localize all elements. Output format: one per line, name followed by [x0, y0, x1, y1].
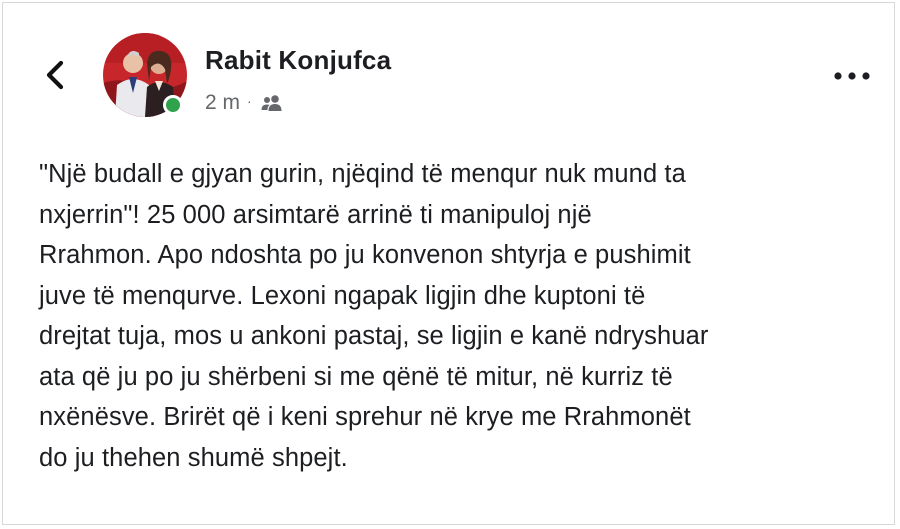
more-horizontal-icon — [834, 72, 870, 80]
post-meta: 2 m · — [205, 91, 284, 115]
post-time[interactable]: 2 m — [205, 91, 240, 115]
chevron-left-icon — [46, 60, 64, 90]
post-body-text: "Një budall e gjyan gurin, njëqind të me… — [39, 160, 709, 472]
avatar[interactable] — [103, 33, 187, 117]
friends-icon[interactable] — [260, 94, 284, 112]
author-name[interactable]: Rabit Konjufca — [205, 45, 391, 76]
more-options-button[interactable] — [829, 61, 875, 91]
online-status-indicator — [163, 95, 183, 115]
meta-separator: · — [247, 93, 252, 109]
back-button[interactable] — [35, 53, 75, 97]
post-card: Rabit Konjufca 2 m · "Një budall e gjyan… — [2, 2, 895, 525]
